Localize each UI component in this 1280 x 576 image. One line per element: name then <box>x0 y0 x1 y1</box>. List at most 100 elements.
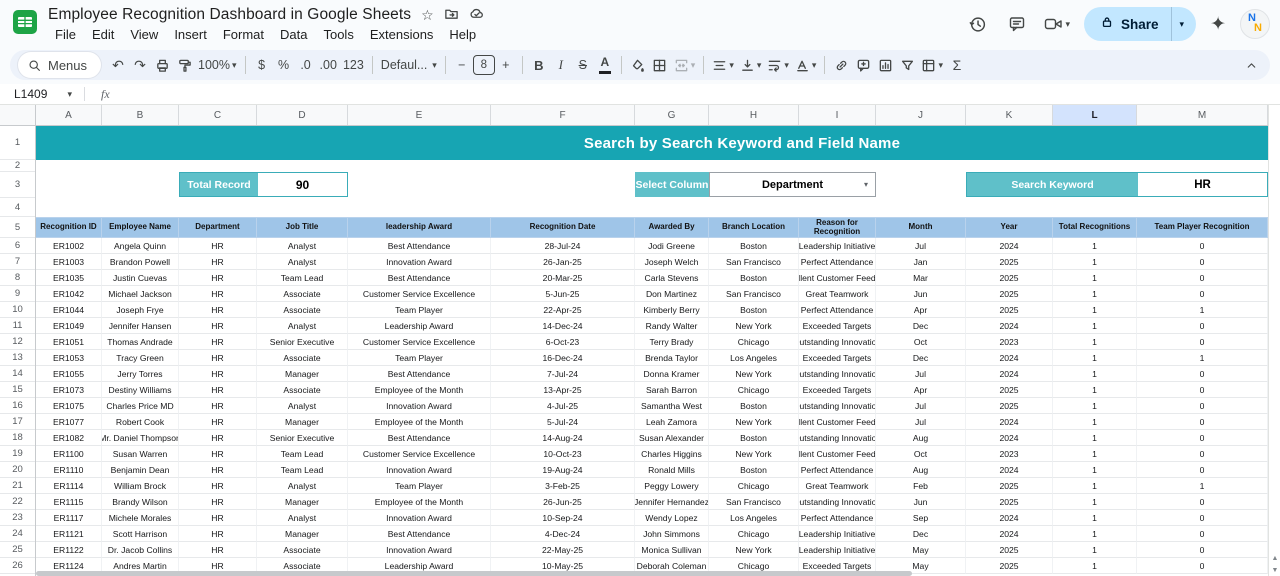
row-header-24[interactable]: 24 <box>0 526 35 542</box>
table-cell[interactable]: ER1115 <box>36 494 102 510</box>
table-cell[interactable]: Sarah Barron <box>635 382 709 398</box>
table-cell[interactable]: ellent Customer Feedb <box>799 414 876 430</box>
table-cell[interactable]: Los Angeles <box>709 510 799 526</box>
table-cell[interactable]: Charles Price MD <box>102 398 179 414</box>
table-cell[interactable]: 10-Sep-24 <box>491 510 635 526</box>
table-cell[interactable]: 4-Jul-25 <box>491 398 635 414</box>
table-cell[interactable]: Team Lead <box>257 462 348 478</box>
table-cell[interactable]: Chicago <box>709 526 799 542</box>
table-cell[interactable]: Outstanding Innovation <box>799 398 876 414</box>
table-cell[interactable]: Terry Brady <box>635 334 709 350</box>
table-cell[interactable]: ER1035 <box>36 270 102 286</box>
table-cell[interactable]: Apr <box>876 302 966 318</box>
table-cell[interactable]: Michael Jackson <box>102 286 179 302</box>
table-cell[interactable]: 0 <box>1137 462 1268 478</box>
font-select[interactable]: Defaul...▾ <box>378 53 440 77</box>
table-cell[interactable]: Destiny Williams <box>102 382 179 398</box>
table-header-cell[interactable]: Recognition ID <box>36 217 102 238</box>
table-cell[interactable]: HR <box>179 334 257 350</box>
row-header-8[interactable]: 8 <box>0 270 35 286</box>
table-cell[interactable]: Outstanding Innovation <box>799 334 876 350</box>
table-cell[interactable]: 0 <box>1137 414 1268 430</box>
table-cell[interactable]: 1 <box>1053 542 1137 558</box>
table-cell[interactable]: Team Player <box>348 478 491 494</box>
table-cell[interactable]: Customer Service Excellence <box>348 446 491 462</box>
table-cell[interactable]: 26-Jun-25 <box>491 494 635 510</box>
table-cell[interactable]: Analyst <box>257 318 348 334</box>
share-dropdown[interactable]: ▾ <box>1171 7 1197 41</box>
table-cell[interactable]: 2025 <box>966 302 1053 318</box>
table-cell[interactable]: 0 <box>1137 238 1268 254</box>
table-cell[interactable]: Oct <box>876 334 966 350</box>
table-cell[interactable]: Benjamin Dean <box>102 462 179 478</box>
table-cell[interactable]: ER1122 <box>36 542 102 558</box>
table-cell[interactable]: 22-Apr-25 <box>491 302 635 318</box>
table-cell[interactable]: ER1110 <box>36 462 102 478</box>
table-cell[interactable]: Thomas Andrade <box>102 334 179 350</box>
table-cell[interactable]: Innovation Award <box>348 542 491 558</box>
table-cell[interactable]: Perfect Attendance <box>799 510 876 526</box>
row-header-26[interactable]: 26 <box>0 558 35 574</box>
table-cell[interactable]: Dec <box>876 526 966 542</box>
table-cell[interactable]: 2024 <box>966 366 1053 382</box>
column-header-E[interactable]: E <box>348 105 491 125</box>
table-cell[interactable]: Analyst <box>257 510 348 526</box>
increase-decimals-button[interactable]: .00 <box>317 53 340 77</box>
insert-comment-button[interactable] <box>852 53 874 77</box>
table-cell[interactable]: ER1114 <box>36 478 102 494</box>
table-cell[interactable]: Susan Warren <box>102 446 179 462</box>
table-cell[interactable]: New York <box>709 446 799 462</box>
font-size-input[interactable]: 8 <box>473 55 495 75</box>
table-cell[interactable]: HR <box>179 430 257 446</box>
table-cell[interactable]: Best Attendance <box>348 238 491 254</box>
table-cell[interactable]: Robert Cook <box>102 414 179 430</box>
table-cell[interactable]: Susan Alexander <box>635 430 709 446</box>
table-cell[interactable]: Randy Walter <box>635 318 709 334</box>
name-box[interactable]: L1409 ▾ <box>0 87 78 101</box>
row-header-12[interactable]: 12 <box>0 334 35 350</box>
undo-button[interactable]: ↶ <box>107 53 129 77</box>
table-cell[interactable]: HR <box>179 494 257 510</box>
vertical-align-button[interactable]: ▾ <box>737 53 765 77</box>
print-button[interactable] <box>151 53 173 77</box>
text-wrapping-button[interactable]: ▾ <box>764 53 792 77</box>
table-cell[interactable]: Customer Service Excellence <box>348 286 491 302</box>
table-cell[interactable]: Analyst <box>257 254 348 270</box>
table-cell[interactable]: 1 <box>1053 494 1137 510</box>
table-header-cell[interactable]: Month <box>876 217 966 238</box>
row-header-7[interactable]: 7 <box>0 254 35 270</box>
table-cell[interactable]: 1 <box>1053 510 1137 526</box>
table-cell[interactable]: Apr <box>876 382 966 398</box>
table-cell[interactable]: Manager <box>257 414 348 430</box>
table-cell[interactable]: Peggy Lowery <box>635 478 709 494</box>
table-cell[interactable]: Dec <box>876 318 966 334</box>
table-cell[interactable]: HR <box>179 318 257 334</box>
decrease-font-size-button[interactable]: − <box>451 53 473 77</box>
row-header-13[interactable]: 13 <box>0 350 35 366</box>
table-cell[interactable]: Perfect Attendance <box>799 302 876 318</box>
table-cell[interactable]: 2025 <box>966 558 1053 574</box>
table-cell[interactable]: Jul <box>876 398 966 414</box>
table-cell[interactable]: New York <box>709 318 799 334</box>
row-header-6[interactable]: 6 <box>0 238 35 254</box>
row-header-25[interactable]: 25 <box>0 542 35 558</box>
table-cell[interactable]: ellent Customer Feedb <box>799 270 876 286</box>
row-header-9[interactable]: 9 <box>0 286 35 302</box>
table-cell[interactable]: 2024 <box>966 462 1053 478</box>
table-cell[interactable]: Senior Executive <box>257 430 348 446</box>
column-header-G[interactable]: G <box>635 105 709 125</box>
table-cell[interactable]: HR <box>179 462 257 478</box>
table-cell[interactable]: 2024 <box>966 414 1053 430</box>
table-header-cell[interactable]: Awarded By <box>635 217 709 238</box>
table-cell[interactable]: Best Attendance <box>348 430 491 446</box>
table-cell[interactable]: ER1073 <box>36 382 102 398</box>
table-cell[interactable]: ER1121 <box>36 526 102 542</box>
table-cell[interactable]: Best Attendance <box>348 526 491 542</box>
table-cell[interactable]: Jennifer Hernandez <box>635 494 709 510</box>
horizontal-scrollbar[interactable] <box>36 571 912 576</box>
table-header-cell[interactable]: Team Player Recognition <box>1137 217 1268 238</box>
table-cell[interactable]: Leadership Initiative <box>799 526 876 542</box>
table-cell[interactable]: HR <box>179 238 257 254</box>
table-cell[interactable]: San Francisco <box>709 254 799 270</box>
table-cell[interactable]: Innovation Award <box>348 510 491 526</box>
